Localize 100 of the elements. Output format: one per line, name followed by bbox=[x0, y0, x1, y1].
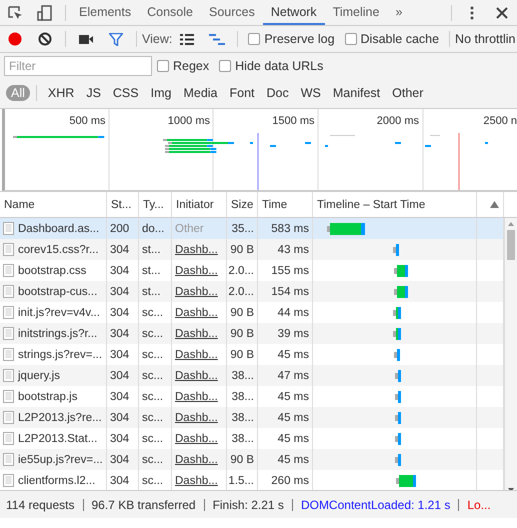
request-row[interactable]: bootstrap-cus... 304 st... Dashb... 2.0... 154 ms bbox=[0, 281, 504, 302]
timing-bar bbox=[394, 348, 400, 360]
request-row[interactable]: L2P2013.Stat... 304 sc... Dashb... 38... 45 ms bbox=[0, 428, 504, 449]
file-icon bbox=[3, 390, 14, 403]
timing-bar bbox=[395, 370, 401, 382]
request-name: bootstrap-cus... bbox=[18, 286, 98, 298]
request-row[interactable]: strings.js?rev=... 304 sc... Dashb... 90 B 45 ms bbox=[0, 344, 504, 365]
type-filter[interactable]: Manifest bbox=[328, 85, 386, 101]
timing-bar bbox=[393, 306, 401, 318]
request-row[interactable]: jquery.js 304 sc... Dashb... 38... 47 ms bbox=[0, 365, 504, 386]
request-row[interactable]: init.js?rev=v4v... 304 sc... Dashb... 90 B 44 ms bbox=[0, 302, 504, 323]
type-filter[interactable]: JS bbox=[81, 85, 106, 101]
initiator-link[interactable]: Dashb... bbox=[175, 474, 218, 486]
file-icon bbox=[3, 285, 14, 298]
request-row[interactable]: ie55up.js?rev=... 304 sc... Dashb... 90 B 45 ms bbox=[0, 449, 504, 470]
file-icon bbox=[3, 348, 14, 361]
time-tick: 2000 ms bbox=[376, 115, 420, 127]
request-name: bootstrap.js bbox=[18, 390, 78, 402]
time-tick: 2500 n bbox=[483, 115, 517, 127]
column-header[interactable]: Size bbox=[227, 192, 258, 217]
initiator-link[interactable]: Dashb... bbox=[175, 390, 218, 402]
panel-tab[interactable]: Timeline bbox=[324, 0, 388, 25]
panel-tab[interactable]: Console bbox=[139, 0, 201, 25]
initiator-link[interactable]: Dashb... bbox=[175, 306, 218, 318]
status-text: DOMContentLoaded: 1.21 s bbox=[300, 498, 450, 512]
timing-bar bbox=[396, 474, 416, 486]
initiator-link[interactable]: Dashb... bbox=[175, 286, 218, 298]
file-icon bbox=[3, 306, 14, 319]
file-icon bbox=[3, 432, 14, 445]
column-header[interactable]: Timeline – Start Time bbox=[313, 192, 477, 217]
request-row[interactable]: Dashboard.as... 200 do... Other 35... 583 ms bbox=[0, 218, 504, 239]
type-filter[interactable]: Other bbox=[387, 85, 428, 101]
status-text: Finish: 2.21 s bbox=[212, 498, 284, 512]
view-label: View: bbox=[142, 32, 172, 46]
status-text: 114 requests bbox=[6, 498, 74, 512]
file-icon bbox=[3, 243, 14, 256]
column-header[interactable]: St... bbox=[107, 192, 139, 217]
request-name: init.js?rev=v4v... bbox=[18, 306, 100, 318]
column-header[interactable]: Name bbox=[0, 192, 107, 217]
request-row[interactable]: initstrings.js?r... 304 sc... Dashb... 90 B 39 ms bbox=[0, 323, 504, 344]
type-filter[interactable]: XHR bbox=[42, 85, 80, 101]
type-filter[interactable]: Img bbox=[146, 85, 176, 101]
timing-bar bbox=[395, 454, 401, 466]
initiator-link[interactable]: Dashb... bbox=[175, 348, 218, 360]
request-name: clientforms.l2... bbox=[18, 474, 96, 486]
throttling-dropdown[interactable]: No throttlin bbox=[455, 32, 516, 46]
column-header[interactable]: Ty... bbox=[139, 192, 172, 217]
type-filter[interactable]: WS bbox=[296, 85, 326, 101]
column-header[interactable]: Initiator bbox=[172, 192, 227, 217]
request-name: corev15.css?r... bbox=[18, 244, 99, 256]
request-name: initstrings.js?r... bbox=[18, 328, 98, 340]
file-icon bbox=[3, 222, 14, 235]
status-text: Lo... bbox=[467, 498, 491, 512]
hide-data-urls-checkbox[interactable]: Hide data URLs bbox=[219, 58, 324, 72]
timing-bar bbox=[395, 432, 401, 444]
time-tick: 1000 ms bbox=[168, 115, 211, 127]
file-icon bbox=[3, 264, 14, 277]
file-icon bbox=[3, 327, 14, 340]
file-icon bbox=[3, 411, 14, 424]
timing-bar bbox=[393, 328, 401, 340]
initiator-link[interactable]: Dashb... bbox=[175, 454, 218, 466]
disable-cache-checkbox[interactable]: Disable cache bbox=[344, 32, 440, 46]
initiator-link[interactable]: Dashb... bbox=[175, 244, 218, 256]
request-name: Dashboard.as... bbox=[18, 222, 100, 234]
initiator-link[interactable]: Dashb... bbox=[175, 412, 218, 424]
status-text: 96.7 KB transferred bbox=[92, 498, 196, 512]
more-tabs-button[interactable]: » bbox=[387, 0, 410, 25]
request-row[interactable]: bootstrap.css 304 st... Dashb... 2.0... 155 ms bbox=[0, 260, 504, 281]
timing-bar bbox=[395, 390, 401, 402]
type-filter[interactable]: Font bbox=[224, 85, 260, 101]
panel-tab[interactable]: Sources bbox=[200, 0, 263, 25]
initiator-link[interactable]: Dashb... bbox=[175, 328, 218, 340]
request-name: L2P2013.Stat... bbox=[18, 432, 98, 444]
request-row[interactable]: bootstrap.js 304 sc... Dashb... 38... 45 ms bbox=[0, 386, 504, 407]
column-header[interactable]: Time bbox=[258, 192, 313, 217]
request-row[interactable]: corev15.css?r... 304 st... Dashb... 90 B 43 ms bbox=[0, 239, 504, 260]
initiator-link[interactable]: Dashb... bbox=[175, 432, 218, 444]
request-row[interactable]: clientforms.l2... 304 sc... Dashb... 1.5... 260 ms bbox=[0, 470, 504, 490]
preserve-log-checkbox[interactable]: Preserve log bbox=[248, 32, 335, 46]
file-icon bbox=[3, 453, 14, 466]
initiator-link[interactable]: Dashb... bbox=[175, 370, 218, 382]
device-icon[interactable] bbox=[35, 2, 55, 22]
type-filter[interactable]: Doc bbox=[262, 85, 294, 101]
type-filter[interactable]: Media bbox=[178, 85, 222, 101]
timing-bar bbox=[327, 222, 365, 234]
panel-tab[interactable]: Elements bbox=[71, 0, 140, 25]
filter-field[interactable]: Filter bbox=[4, 56, 152, 76]
time-tick: 500 ms bbox=[69, 115, 106, 127]
initiator-link: Other bbox=[175, 222, 204, 234]
request-name: bootstrap.css bbox=[18, 264, 86, 276]
request-name: strings.js?rev=... bbox=[18, 348, 102, 360]
initiator-link[interactable]: Dashb... bbox=[175, 264, 218, 276]
request-name: ie55up.js?rev=... bbox=[18, 454, 103, 466]
request-row[interactable]: L2P2013.js?re... 304 sc... Dashb... 38... 45 ms bbox=[0, 407, 504, 428]
sort-icon[interactable] bbox=[490, 201, 499, 208]
regex-checkbox[interactable]: Regex bbox=[157, 58, 210, 72]
file-icon bbox=[3, 474, 14, 487]
timing-bar bbox=[394, 264, 408, 276]
request-name: L2P2013.js?re... bbox=[18, 412, 102, 424]
type-filter[interactable]: CSS bbox=[108, 85, 144, 101]
